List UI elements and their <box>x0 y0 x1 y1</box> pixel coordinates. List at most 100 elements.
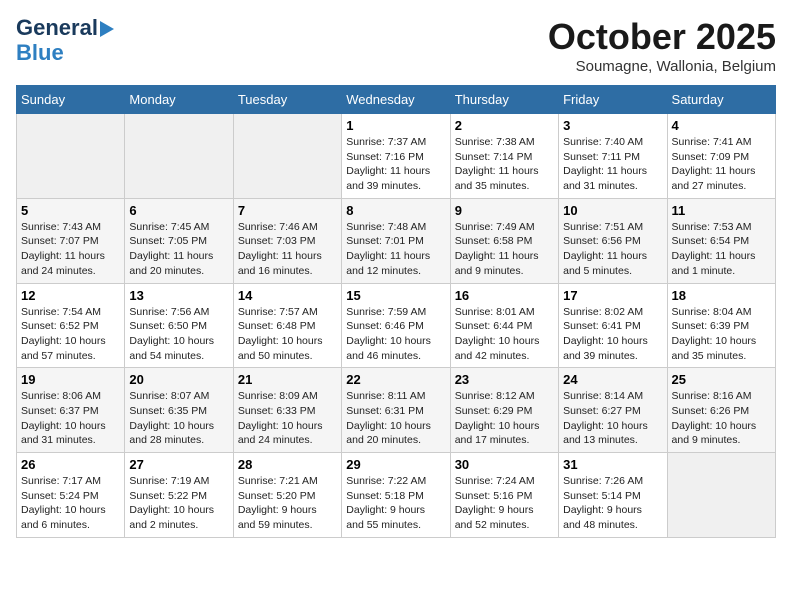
day-info: Sunrise: 7:45 AM Sunset: 7:05 PM Dayligh… <box>129 220 228 279</box>
day-info: Sunrise: 7:43 AM Sunset: 7:07 PM Dayligh… <box>21 220 120 279</box>
day-number: 2 <box>455 118 554 133</box>
day-number: 5 <box>21 203 120 218</box>
logo: General Blue <box>16 16 114 66</box>
header-saturday: Saturday <box>667 86 775 114</box>
day-number: 10 <box>563 203 662 218</box>
calendar-cell: 8Sunrise: 7:48 AM Sunset: 7:01 PM Daylig… <box>342 198 450 283</box>
calendar-cell: 1 Sunrise: 7:37 AM Sunset: 7:16 PM Daylig… <box>342 114 450 199</box>
header-sunday: Sunday <box>17 86 125 114</box>
day-number: 4 <box>672 118 771 133</box>
day-info: Sunrise: 8:11 AM Sunset: 6:31 PM Dayligh… <box>346 389 445 448</box>
day-info: Sunrise: 8:12 AM Sunset: 6:29 PM Dayligh… <box>455 389 554 448</box>
day-number: 1 <box>346 118 445 133</box>
calendar-cell: 20 Sunrise: 8:07 AM Sunset: 6:35 PM Dayli… <box>125 368 233 453</box>
calendar-cell <box>233 114 341 199</box>
month-title: October 2025 <box>548 16 776 58</box>
calendar-cell <box>667 453 775 538</box>
day-info: Sunrise: 8:06 AM Sunset: 6:37 PM Dayligh… <box>21 389 120 448</box>
day-number: 31 <box>563 457 662 472</box>
day-info: Sunrise: 7:51 AM Sunset: 6:56 PM Dayligh… <box>563 220 662 279</box>
location-subtitle: Soumagne, Wallonia, Belgium <box>548 58 776 75</box>
day-number: 23 <box>455 372 554 387</box>
calendar-cell: 3Sunrise: 7:40 AM Sunset: 7:11 PM Daylig… <box>559 114 667 199</box>
day-info: Sunrise: 8:09 AM Sunset: 6:33 PM Dayligh… <box>238 389 337 448</box>
week-row-1: 5 Sunrise: 7:43 AM Sunset: 7:07 PM Daylig… <box>17 198 776 283</box>
calendar-cell: 4 Sunrise: 7:41 AM Sunset: 7:09 PM Daylig… <box>667 114 775 199</box>
week-row-0: 1 Sunrise: 7:37 AM Sunset: 7:16 PM Daylig… <box>17 114 776 199</box>
day-number: 7 <box>238 203 337 218</box>
calendar-cell: 30Sunrise: 7:24 AM Sunset: 5:16 PM Dayli… <box>450 453 558 538</box>
calendar-cell: 31 Sunrise: 7:26 AM Sunset: 5:14 PM Dayli… <box>559 453 667 538</box>
day-number: 11 <box>672 203 771 218</box>
calendar-cell: 15 Sunrise: 7:59 AM Sunset: 6:46 PM Dayli… <box>342 283 450 368</box>
day-info: Sunrise: 7:53 AM Sunset: 6:54 PM Dayligh… <box>672 220 771 279</box>
day-info: Sunrise: 7:21 AM Sunset: 5:20 PM Dayligh… <box>238 474 337 533</box>
day-number: 19 <box>21 372 120 387</box>
day-info: Sunrise: 7:49 AM Sunset: 6:58 PM Dayligh… <box>455 220 554 279</box>
day-info: Sunrise: 7:59 AM Sunset: 6:46 PM Dayligh… <box>346 305 445 364</box>
day-info: Sunrise: 7:48 AM Sunset: 7:01 PM Dayligh… <box>346 220 445 279</box>
calendar-cell: 22Sunrise: 8:11 AM Sunset: 6:31 PM Dayli… <box>342 368 450 453</box>
day-number: 26 <box>21 457 120 472</box>
calendar-cell: 16 Sunrise: 8:01 AM Sunset: 6:44 PM Dayli… <box>450 283 558 368</box>
day-info: Sunrise: 8:16 AM Sunset: 6:26 PM Dayligh… <box>672 389 771 448</box>
calendar-cell: 21 Sunrise: 8:09 AM Sunset: 6:33 PM Dayli… <box>233 368 341 453</box>
day-number: 3 <box>563 118 662 133</box>
calendar-cell: 18Sunrise: 8:04 AM Sunset: 6:39 PM Dayli… <box>667 283 775 368</box>
header-tuesday: Tuesday <box>233 86 341 114</box>
logo-text: General <box>16 16 114 40</box>
day-number: 21 <box>238 372 337 387</box>
day-info: Sunrise: 7:38 AM Sunset: 7:14 PM Dayligh… <box>455 135 554 194</box>
calendar-cell <box>17 114 125 199</box>
day-info: Sunrise: 7:54 AM Sunset: 6:52 PM Dayligh… <box>21 305 120 364</box>
day-number: 25 <box>672 372 771 387</box>
day-number: 30 <box>455 457 554 472</box>
calendar-cell: 7 Sunrise: 7:46 AM Sunset: 7:03 PM Daylig… <box>233 198 341 283</box>
day-number: 6 <box>129 203 228 218</box>
day-info: Sunrise: 7:41 AM Sunset: 7:09 PM Dayligh… <box>672 135 771 194</box>
week-row-3: 19 Sunrise: 8:06 AM Sunset: 6:37 PM Dayli… <box>17 368 776 453</box>
day-info: Sunrise: 8:02 AM Sunset: 6:41 PM Dayligh… <box>563 305 662 364</box>
day-number: 13 <box>129 288 228 303</box>
week-row-2: 12Sunrise: 7:54 AM Sunset: 6:52 PM Dayli… <box>17 283 776 368</box>
day-number: 9 <box>455 203 554 218</box>
day-info: Sunrise: 7:46 AM Sunset: 7:03 PM Dayligh… <box>238 220 337 279</box>
day-number: 28 <box>238 457 337 472</box>
day-number: 20 <box>129 372 228 387</box>
calendar-cell: 14Sunrise: 7:57 AM Sunset: 6:48 PM Dayli… <box>233 283 341 368</box>
day-info: Sunrise: 7:26 AM Sunset: 5:14 PM Dayligh… <box>563 474 662 533</box>
calendar-cell: 12Sunrise: 7:54 AM Sunset: 6:52 PM Dayli… <box>17 283 125 368</box>
calendar-cell: 27 Sunrise: 7:19 AM Sunset: 5:22 PM Dayli… <box>125 453 233 538</box>
header-wednesday: Wednesday <box>342 86 450 114</box>
calendar-cell: 28 Sunrise: 7:21 AM Sunset: 5:20 PM Dayli… <box>233 453 341 538</box>
day-number: 27 <box>129 457 228 472</box>
header-monday: Monday <box>125 86 233 114</box>
header-friday: Friday <box>559 86 667 114</box>
calendar-cell: 11 Sunrise: 7:53 AM Sunset: 6:54 PM Dayli… <box>667 198 775 283</box>
day-number: 15 <box>346 288 445 303</box>
day-info: Sunrise: 8:01 AM Sunset: 6:44 PM Dayligh… <box>455 305 554 364</box>
header-thursday: Thursday <box>450 86 558 114</box>
day-info: Sunrise: 8:04 AM Sunset: 6:39 PM Dayligh… <box>672 305 771 364</box>
day-number: 16 <box>455 288 554 303</box>
calendar-cell: 9 Sunrise: 7:49 AM Sunset: 6:58 PM Daylig… <box>450 198 558 283</box>
day-info: Sunrise: 7:22 AM Sunset: 5:18 PM Dayligh… <box>346 474 445 533</box>
day-info: Sunrise: 8:07 AM Sunset: 6:35 PM Dayligh… <box>129 389 228 448</box>
day-number: 17 <box>563 288 662 303</box>
day-number: 24 <box>563 372 662 387</box>
day-info: Sunrise: 8:14 AM Sunset: 6:27 PM Dayligh… <box>563 389 662 448</box>
calendar-cell: 2 Sunrise: 7:38 AM Sunset: 7:14 PM Daylig… <box>450 114 558 199</box>
logo-blue: Blue <box>16 40 64 66</box>
day-info: Sunrise: 7:19 AM Sunset: 5:22 PM Dayligh… <box>129 474 228 533</box>
calendar-cell <box>125 114 233 199</box>
calendar-body: 1 Sunrise: 7:37 AM Sunset: 7:16 PM Daylig… <box>17 114 776 538</box>
calendar-header-row: SundayMondayTuesdayWednesdayThursdayFrid… <box>17 86 776 114</box>
calendar-cell: 19 Sunrise: 8:06 AM Sunset: 6:37 PM Dayli… <box>17 368 125 453</box>
day-number: 14 <box>238 288 337 303</box>
calendar-cell: 29Sunrise: 7:22 AM Sunset: 5:18 PM Dayli… <box>342 453 450 538</box>
calendar-cell: 17 Sunrise: 8:02 AM Sunset: 6:41 PM Dayli… <box>559 283 667 368</box>
calendar-cell: 6 Sunrise: 7:45 AM Sunset: 7:05 PM Daylig… <box>125 198 233 283</box>
day-info: Sunrise: 7:37 AM Sunset: 7:16 PM Dayligh… <box>346 135 445 194</box>
calendar-table: SundayMondayTuesdayWednesdayThursdayFrid… <box>16 85 776 538</box>
calendar-cell: 26Sunrise: 7:17 AM Sunset: 5:24 PM Dayli… <box>17 453 125 538</box>
